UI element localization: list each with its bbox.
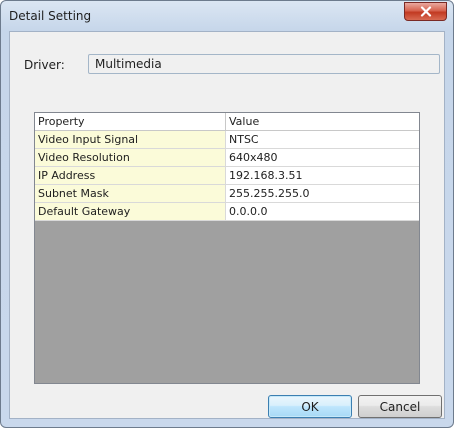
value-cell[interactable]: 0.0.0.0	[226, 203, 419, 221]
grid-header-row: Property Value	[35, 113, 419, 131]
table-row[interactable]: IP Address 192.168.3.51	[35, 167, 419, 185]
column-header-value[interactable]: Value	[226, 113, 419, 131]
property-cell[interactable]: IP Address	[35, 167, 226, 185]
value-cell[interactable]: 192.168.3.51	[226, 167, 419, 185]
value-cell[interactable]: NTSC	[226, 131, 419, 149]
property-cell[interactable]: Video Input Signal	[35, 131, 226, 149]
close-button[interactable]	[404, 2, 447, 21]
title-bar: Detail Setting	[1, 1, 453, 31]
detail-setting-dialog: Detail Setting Driver: Multimedia Proper…	[0, 0, 454, 428]
driver-label: Driver:	[24, 58, 65, 72]
table-row[interactable]: Video Input Signal NTSC	[35, 131, 419, 149]
property-cell[interactable]: Default Gateway	[35, 203, 226, 221]
window-title: Detail Setting	[9, 9, 92, 23]
value-cell[interactable]: 640x480	[226, 149, 419, 167]
dialog-content: Driver: Multimedia Property Value Video …	[9, 31, 445, 419]
property-grid[interactable]: Property Value Video Input Signal NTSC V…	[34, 112, 420, 384]
table-row[interactable]: Subnet Mask 255.255.255.0	[35, 185, 419, 203]
value-cell[interactable]: 255.255.255.0	[226, 185, 419, 203]
column-header-property[interactable]: Property	[35, 113, 226, 131]
table-row[interactable]: Default Gateway 0.0.0.0	[35, 203, 419, 221]
table-row[interactable]: Video Resolution 640x480	[35, 149, 419, 167]
property-cell[interactable]: Subnet Mask	[35, 185, 226, 203]
property-cell[interactable]: Video Resolution	[35, 149, 226, 167]
close-icon	[405, 3, 446, 20]
driver-field: Multimedia	[88, 54, 440, 74]
driver-value: Multimedia	[95, 57, 162, 71]
ok-button[interactable]: OK	[268, 395, 352, 418]
cancel-button[interactable]: Cancel	[358, 395, 442, 418]
